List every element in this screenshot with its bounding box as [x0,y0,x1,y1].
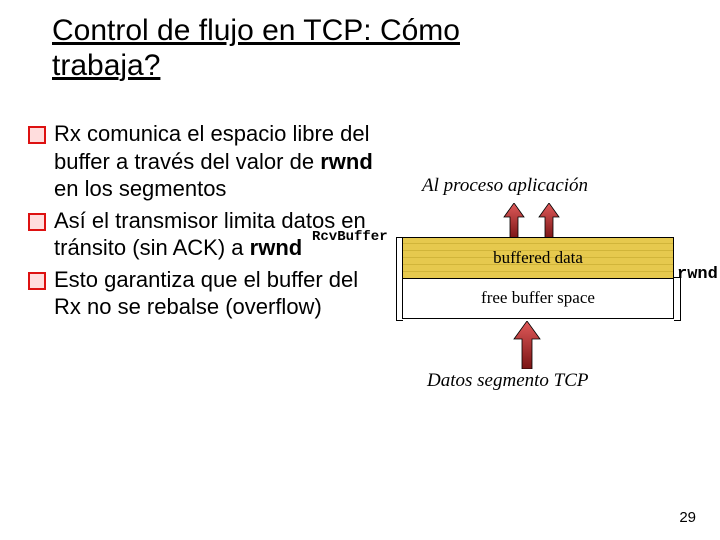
tcp-segment-label: Datos segmento TCP [427,370,589,392]
arrow-to-app-icon [502,203,526,239]
bullet-text: Rx comunica el espacio libre del buffer … [54,120,378,203]
receive-buffer: buffered data free buffer space [402,237,674,319]
app-process-label: Al proceso aplicación [422,175,588,197]
bullet-item: Rx comunica el espacio libre del buffer … [28,120,378,203]
rcvbuffer-label: RcvBuffer [312,229,388,245]
rwnd-label: rwnd [677,265,718,284]
arrow-to-app-icon [537,203,561,239]
arrow-from-tcp-icon [512,321,542,369]
buffered-region: buffered data [403,238,673,279]
free-region: free buffer space [403,278,673,318]
slide-title: Control de flujo en TCP: Cómo trabaja? [52,14,552,83]
bullet-icon [28,126,46,144]
bullet-list: Rx comunica el espacio libre del buffer … [28,120,378,325]
buffer-diagram: Al proceso aplicación RcvBuffer buffered… [372,165,702,425]
bullet-icon [28,213,46,231]
bullet-text: Esto garantiza que el buffer del Rx no s… [54,266,378,321]
bullet-item: Esto garantiza que el buffer del Rx no s… [28,266,378,321]
bullet-icon [28,272,46,290]
page-number: 29 [679,509,696,526]
